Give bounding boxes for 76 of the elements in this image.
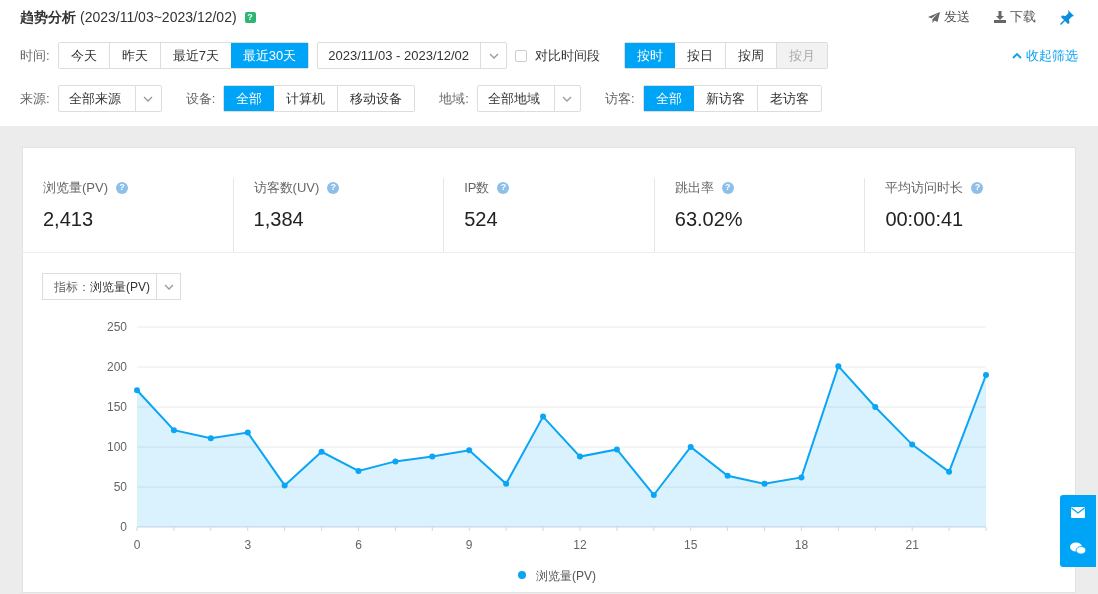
y-axis-label: 50 xyxy=(113,480,127,494)
mail-icon[interactable] xyxy=(1069,505,1087,520)
metric-label: 访客数(UV) xyxy=(253,179,320,197)
data-point xyxy=(392,458,399,465)
region-select[interactable]: 全部地域 xyxy=(476,85,581,112)
data-point xyxy=(724,472,731,479)
data-point xyxy=(613,446,620,453)
x-axis-label: 21 xyxy=(905,538,919,552)
data-point xyxy=(134,387,140,394)
data-point xyxy=(429,453,436,460)
data-point xyxy=(466,447,473,454)
metric-value: 524 xyxy=(464,206,499,232)
data-point xyxy=(170,427,177,434)
download-icon xyxy=(994,11,1006,23)
send-link[interactable]: 发送 xyxy=(928,7,970,27)
legend-label[interactable]: 浏览量(PV) xyxy=(536,569,596,583)
metric-value: 63.02% xyxy=(674,206,744,232)
data-point xyxy=(687,444,694,450)
data-point xyxy=(761,480,768,487)
visitor-tab[interactable]: 老访客 xyxy=(756,86,821,111)
filter-label: 来源: xyxy=(20,89,50,108)
data-point xyxy=(318,448,325,455)
chevron-down-icon xyxy=(163,283,174,290)
metric-label: 跳出率 xyxy=(674,179,714,197)
chat-icon[interactable] xyxy=(1068,540,1088,557)
data-point xyxy=(835,363,842,370)
download-link[interactable]: 下载 xyxy=(994,7,1036,27)
data-point xyxy=(650,492,657,498)
data-point xyxy=(946,468,953,475)
data-point xyxy=(244,429,251,436)
y-axis-label: 250 xyxy=(106,320,127,334)
data-point xyxy=(540,413,547,420)
data-point xyxy=(576,453,583,460)
filter-label: 设备: xyxy=(185,89,216,108)
data-point xyxy=(909,441,916,448)
y-axis-label: 200 xyxy=(106,360,127,374)
chevron-down-icon xyxy=(562,95,573,102)
metric-label: IP数 xyxy=(464,179,490,197)
device-tab[interactable]: 移动设备 xyxy=(337,86,415,111)
metric-value: 00:00:41 xyxy=(885,206,965,232)
data-point xyxy=(503,480,510,487)
filter-label: 地域: xyxy=(439,89,469,108)
x-axis-label: 12 xyxy=(573,538,587,552)
paper-plane-icon xyxy=(928,11,940,23)
data-point xyxy=(872,404,879,410)
pin-icon[interactable] xyxy=(1060,9,1074,25)
data-point xyxy=(983,372,989,378)
y-axis-label: 100 xyxy=(106,440,127,454)
metric-value: 1,384 xyxy=(253,206,305,232)
chevron-up-icon xyxy=(1012,52,1022,59)
x-axis-label: 15 xyxy=(684,538,698,552)
filter-label: 时间: xyxy=(20,46,50,65)
page-title: 趋势分析 xyxy=(20,7,76,27)
filter-label: 访客: xyxy=(604,89,635,108)
y-axis-label: 0 xyxy=(120,520,127,534)
metric-value: 2,413 xyxy=(43,206,95,232)
date-range-picker[interactable]: 2023/11/03 - 2023/12/02 xyxy=(317,42,508,69)
data-point xyxy=(207,435,214,442)
metric-label: 浏览量(PV) xyxy=(43,179,108,197)
metric-label: 平均访问时长 xyxy=(885,179,964,197)
compare-checkbox[interactable]: 对比时间段 xyxy=(515,45,601,66)
x-axis-label: 6 xyxy=(355,538,362,552)
date-range: (2023/11/03~2023/12/02) xyxy=(80,7,237,27)
data-point xyxy=(798,474,805,481)
data-point xyxy=(281,482,288,489)
chevron-down-icon xyxy=(488,52,499,59)
metric-select[interactable]: 指标：浏览量(PV) xyxy=(42,273,181,300)
x-axis-label: 9 xyxy=(465,538,473,552)
y-axis-label: 150 xyxy=(106,400,127,414)
chevron-down-icon xyxy=(143,95,154,102)
x-axis-label: 3 xyxy=(244,538,252,552)
x-axis-label: 18 xyxy=(794,538,809,552)
x-axis-label: 0 xyxy=(133,538,141,552)
source-select[interactable]: 全部来源 xyxy=(57,85,162,112)
legend-marker xyxy=(518,571,526,579)
data-point xyxy=(355,468,362,474)
